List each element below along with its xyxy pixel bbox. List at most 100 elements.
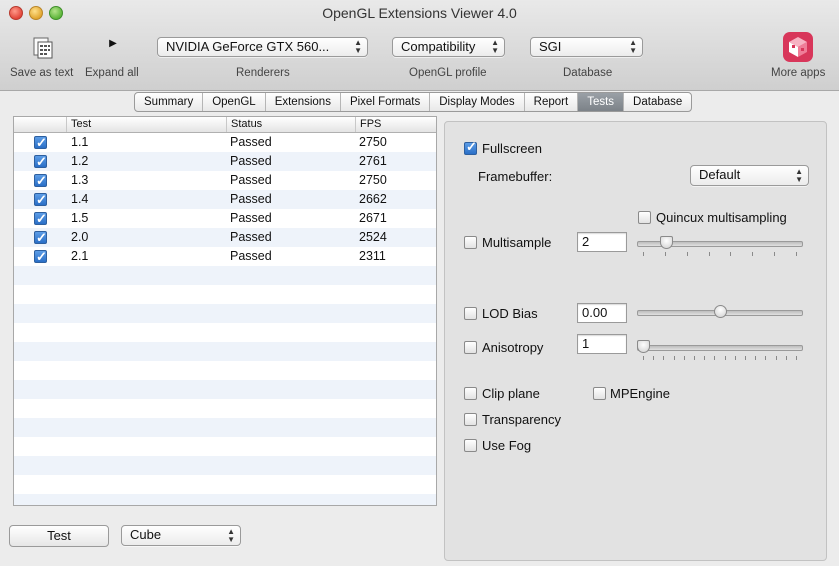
tab-extensions[interactable]: Extensions: [266, 93, 341, 111]
tab-bar: Summary OpenGL Extensions Pixel Formats …: [134, 92, 693, 112]
opengl-profile-select[interactable]: Compatibility ▲ ▼: [392, 37, 505, 57]
cell-status: Passed: [230, 230, 272, 244]
updown-arrows-icon: ▲ ▼: [227, 527, 235, 544]
slider-tick: [774, 252, 775, 256]
renderer-select[interactable]: NVIDIA GeForce GTX 560... ▲ ▼: [157, 37, 368, 57]
use-fog-checkbox[interactable]: [464, 439, 477, 452]
slider-tick: [730, 252, 731, 256]
slider-tick: [776, 356, 777, 360]
updown-arrows-icon: ▲ ▼: [491, 38, 499, 55]
save-text-icon: [33, 37, 53, 59]
table-row[interactable]: 1.1 Passed 2750: [14, 133, 436, 152]
empty-table-row: [14, 399, 436, 418]
test-shape-select[interactable]: Cube ▲ ▼: [121, 525, 241, 546]
cell-test: 1.2: [71, 154, 89, 168]
empty-table-row: [14, 437, 436, 456]
cell-test: 1.1: [71, 135, 89, 149]
updown-arrows-icon: ▲ ▼: [795, 167, 803, 184]
lod-bias-field[interactable]: 0.00: [577, 303, 627, 323]
tab-summary[interactable]: Summary: [135, 93, 204, 111]
expand-all-button[interactable]: ▶: [106, 38, 120, 54]
cell-status: Passed: [230, 249, 272, 263]
tab-report[interactable]: Report: [525, 93, 579, 111]
test-enabled-checkbox[interactable]: [34, 190, 47, 209]
disclosure-triangle-icon: ▶: [109, 38, 117, 49]
empty-table-row: [14, 475, 436, 494]
table-body: 1.1Passed27501.2Passed27611.3Passed2750 1…: [14, 133, 436, 505]
slider-tick: [725, 356, 726, 360]
slider-tick: [643, 252, 644, 256]
slider-knob[interactable]: [637, 340, 650, 353]
slider-tick: [796, 252, 797, 256]
table-row[interactable]: 1.2 Passed 2761: [14, 152, 436, 171]
cell-test: 1.4: [71, 192, 89, 206]
clip-plane-checkbox[interactable]: [464, 387, 477, 400]
opengl-profile-label: OpenGL profile: [409, 67, 487, 79]
fullscreen-checkbox[interactable]: [464, 139, 477, 155]
slider-tick: [796, 356, 797, 360]
slider-tick: [665, 252, 666, 256]
table-row[interactable]: 2.1 Passed 2311: [14, 247, 436, 266]
test-enabled-checkbox[interactable]: [34, 209, 47, 228]
multisample-slider[interactable]: [637, 236, 803, 256]
use-fog-label: Use Fog: [482, 438, 532, 453]
table-row[interactable]: 1.5 Passed 2671: [14, 209, 436, 228]
more-apps-button[interactable]: [782, 31, 814, 63]
tab-pixel-formats[interactable]: Pixel Formats: [341, 93, 431, 111]
mpengine-checkbox[interactable]: [593, 387, 606, 400]
framebuffer-select[interactable]: Default ▲ ▼: [690, 165, 809, 186]
test-enabled-checkbox[interactable]: [34, 133, 47, 152]
quincux-checkbox[interactable]: [638, 211, 651, 224]
transparency-checkbox[interactable]: [464, 413, 477, 426]
table-header: Test Status FPS: [14, 117, 436, 133]
lod-bias-checkbox[interactable]: [464, 307, 477, 320]
column-header-fps[interactable]: FPS: [355, 117, 436, 132]
slider-tick: [643, 356, 644, 360]
cell-status: Passed: [230, 192, 272, 206]
cell-status: Passed: [230, 211, 272, 225]
empty-table-row: [14, 418, 436, 437]
more-apps-label: More apps: [771, 67, 826, 79]
anisotropy-label: Anisotropy: [482, 340, 544, 355]
empty-table-row: [14, 285, 436, 304]
database-select[interactable]: SGI ▲ ▼: [530, 37, 643, 57]
empty-table-row: [14, 380, 436, 399]
test-enabled-checkbox[interactable]: [34, 152, 47, 171]
tab-display-modes[interactable]: Display Modes: [430, 93, 525, 111]
tab-database[interactable]: Database: [624, 93, 691, 111]
test-enabled-checkbox[interactable]: [34, 228, 47, 247]
anisotropy-field[interactable]: 1: [577, 334, 627, 354]
table-row[interactable]: 2.0 Passed 2524: [14, 228, 436, 247]
multisample-field[interactable]: 2: [577, 232, 627, 252]
table-row[interactable]: 1.3 Passed 2750: [14, 171, 436, 190]
app-store-cube-icon: [783, 32, 813, 62]
empty-table-row: [14, 304, 436, 323]
tab-tests[interactable]: Tests: [578, 93, 625, 111]
slider-tick: [755, 356, 756, 360]
table-row[interactable]: 1.4 Passed 2662: [14, 190, 436, 209]
empty-table-row: [14, 361, 436, 380]
slider-knob[interactable]: [660, 236, 673, 249]
database-select-value: SGI: [539, 39, 562, 54]
lod-bias-slider[interactable]: [637, 305, 803, 323]
tests-table: Test Status FPS 1.1 Passed 2750 1.2 Passed 27…: [13, 116, 437, 506]
save-as-text-button[interactable]: [30, 36, 56, 60]
tab-opengl[interactable]: OpenGL: [203, 93, 266, 111]
column-header-status[interactable]: Status: [226, 117, 355, 132]
slider-ticks: [637, 356, 803, 361]
test-enabled-checkbox[interactable]: [34, 247, 47, 266]
column-header-test[interactable]: Test: [66, 117, 229, 132]
updown-arrows-icon: ▲ ▼: [629, 38, 637, 55]
multisample-checkbox[interactable]: [464, 236, 477, 249]
transparency-label: Transparency: [482, 412, 561, 427]
app-window: OpenGL Extensions Viewer 4.0 Save as tex…: [0, 0, 839, 566]
cell-test: 2.0: [71, 230, 89, 244]
anisotropy-slider[interactable]: [637, 340, 803, 361]
test-enabled-checkbox[interactable]: [34, 171, 47, 190]
database-label: Database: [563, 67, 613, 79]
renderer-select-value: NVIDIA GeForce GTX 560...: [166, 39, 330, 54]
slider-knob[interactable]: [714, 305, 727, 318]
test-button[interactable]: Test: [9, 525, 109, 547]
anisotropy-checkbox[interactable]: [464, 341, 477, 354]
quincux-label: Quincux multisampling: [656, 210, 787, 225]
